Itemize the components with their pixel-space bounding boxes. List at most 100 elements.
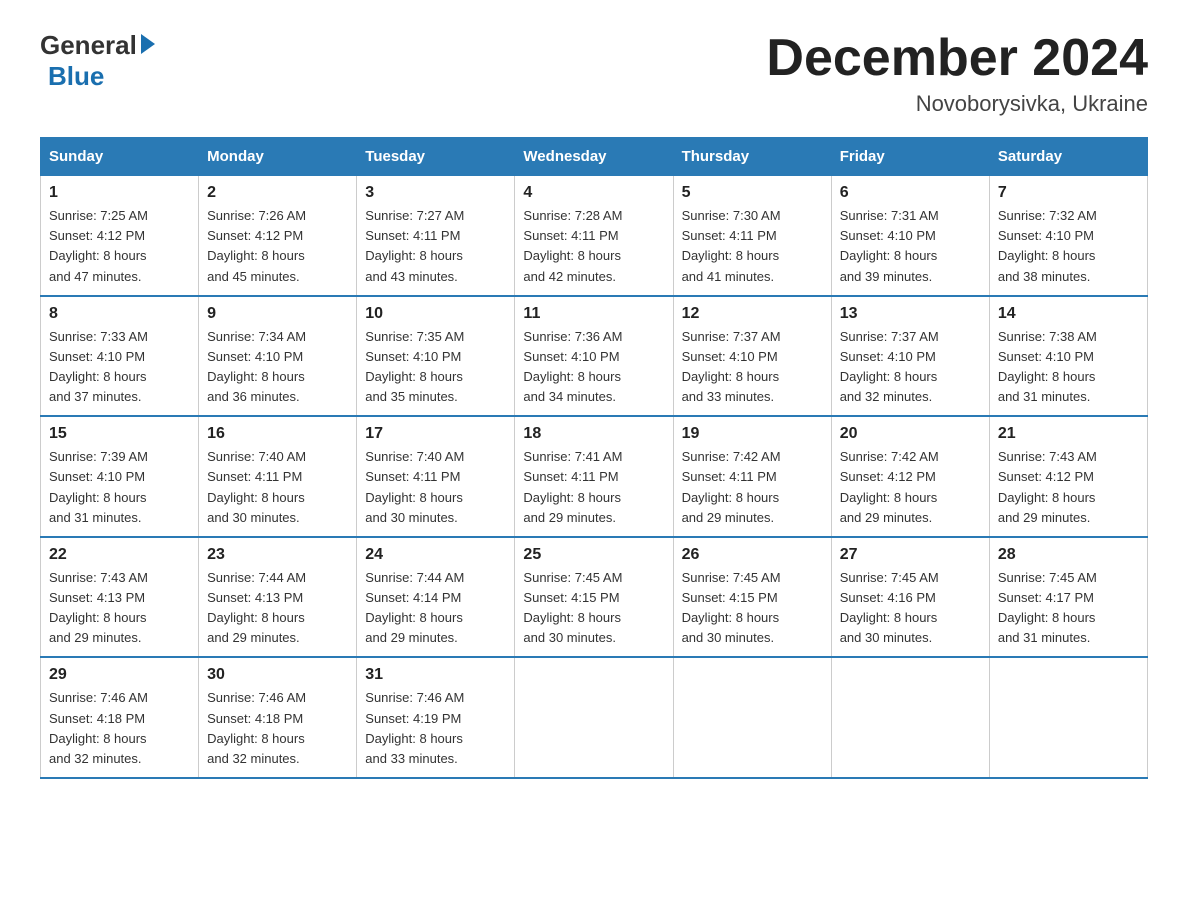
calendar-day-cell: 31 Sunrise: 7:46 AMSunset: 4:19 PMDayligh… [357, 657, 515, 778]
day-number: 22 [49, 546, 190, 564]
day-number: 31 [365, 666, 506, 684]
day-info: Sunrise: 7:25 AMSunset: 4:12 PMDaylight:… [49, 206, 190, 287]
day-number: 28 [998, 546, 1139, 564]
weekday-header-wednesday: Wednesday [515, 138, 673, 176]
calendar-day-cell: 16 Sunrise: 7:40 AMSunset: 4:11 PMDayligh… [199, 416, 357, 537]
day-info: Sunrise: 7:41 AMSunset: 4:11 PMDaylight:… [523, 447, 664, 528]
calendar-day-cell: 28 Sunrise: 7:45 AMSunset: 4:17 PMDayligh… [989, 537, 1147, 658]
day-info: Sunrise: 7:42 AMSunset: 4:12 PMDaylight:… [840, 447, 981, 528]
calendar-day-cell: 5 Sunrise: 7:30 AMSunset: 4:11 PMDaylight… [673, 176, 831, 296]
day-info: Sunrise: 7:39 AMSunset: 4:10 PMDaylight:… [49, 447, 190, 528]
day-info: Sunrise: 7:45 AMSunset: 4:17 PMDaylight:… [998, 568, 1139, 649]
day-info: Sunrise: 7:45 AMSunset: 4:16 PMDaylight:… [840, 568, 981, 649]
day-info: Sunrise: 7:32 AMSunset: 4:10 PMDaylight:… [998, 206, 1139, 287]
calendar-day-cell: 29 Sunrise: 7:46 AMSunset: 4:18 PMDayligh… [41, 657, 199, 778]
day-number: 4 [523, 184, 664, 202]
calendar-day-cell: 20 Sunrise: 7:42 AMSunset: 4:12 PMDayligh… [831, 416, 989, 537]
day-info: Sunrise: 7:31 AMSunset: 4:10 PMDaylight:… [840, 206, 981, 287]
calendar-day-cell: 14Sunrise: 7:38 AMSunset: 4:10 PMDayligh… [989, 296, 1147, 417]
day-number: 16 [207, 425, 348, 443]
logo-triangle-icon [141, 34, 155, 54]
day-number: 7 [998, 184, 1139, 202]
day-number: 25 [523, 546, 664, 564]
calendar-day-cell: 26 Sunrise: 7:45 AMSunset: 4:15 PMDayligh… [673, 537, 831, 658]
day-number: 21 [998, 425, 1139, 443]
calendar-day-cell: 17 Sunrise: 7:40 AMSunset: 4:11 PMDayligh… [357, 416, 515, 537]
calendar-day-cell: 22 Sunrise: 7:43 AMSunset: 4:13 PMDayligh… [41, 537, 199, 658]
day-number: 27 [840, 546, 981, 564]
calendar-day-cell: 23Sunrise: 7:44 AMSunset: 4:13 PMDayligh… [199, 537, 357, 658]
calendar-day-cell: 24Sunrise: 7:44 AMSunset: 4:14 PMDayligh… [357, 537, 515, 658]
day-number: 26 [682, 546, 823, 564]
day-info: Sunrise: 7:43 AMSunset: 4:12 PMDaylight:… [998, 447, 1139, 528]
weekday-header-thursday: Thursday [673, 138, 831, 176]
calendar-day-cell: 4Sunrise: 7:28 AMSunset: 4:11 PMDaylight… [515, 176, 673, 296]
calendar-day-cell: 13 Sunrise: 7:37 AMSunset: 4:10 PMDayligh… [831, 296, 989, 417]
calendar-day-cell [515, 657, 673, 778]
day-number: 12 [682, 305, 823, 323]
day-info: Sunrise: 7:26 AMSunset: 4:12 PMDaylight:… [207, 206, 348, 287]
day-number: 10 [365, 305, 506, 323]
day-info: Sunrise: 7:38 AMSunset: 4:10 PMDaylight:… [998, 327, 1139, 408]
day-info: Sunrise: 7:40 AMSunset: 4:11 PMDaylight:… [207, 447, 348, 528]
day-info: Sunrise: 7:35 AMSunset: 4:10 PMDaylight:… [365, 327, 506, 408]
calendar-day-cell: 25 Sunrise: 7:45 AMSunset: 4:15 PMDayligh… [515, 537, 673, 658]
day-number: 18 [523, 425, 664, 443]
day-number: 8 [49, 305, 190, 323]
day-number: 15 [49, 425, 190, 443]
day-info: Sunrise: 7:40 AMSunset: 4:11 PMDaylight:… [365, 447, 506, 528]
day-number: 3 [365, 184, 506, 202]
calendar-day-cell: 15 Sunrise: 7:39 AMSunset: 4:10 PMDayligh… [41, 416, 199, 537]
calendar-week-row: 15 Sunrise: 7:39 AMSunset: 4:10 PMDayligh… [41, 416, 1148, 537]
day-number: 6 [840, 184, 981, 202]
weekday-header-row: SundayMondayTuesdayWednesdayThursdayFrid… [41, 138, 1148, 176]
calendar-day-cell: 21 Sunrise: 7:43 AMSunset: 4:12 PMDayligh… [989, 416, 1147, 537]
day-number: 20 [840, 425, 981, 443]
day-info: Sunrise: 7:46 AMSunset: 4:18 PMDaylight:… [49, 688, 190, 769]
calendar-day-cell: 10 Sunrise: 7:35 AMSunset: 4:10 PMDayligh… [357, 296, 515, 417]
day-info: Sunrise: 7:34 AMSunset: 4:10 PMDaylight:… [207, 327, 348, 408]
calendar-day-cell: 7 Sunrise: 7:32 AMSunset: 4:10 PMDaylight… [989, 176, 1147, 296]
day-info: Sunrise: 7:46 AMSunset: 4:19 PMDaylight:… [365, 688, 506, 769]
day-info: Sunrise: 7:44 AMSunset: 4:14 PMDaylight:… [365, 568, 506, 649]
day-info: Sunrise: 7:43 AMSunset: 4:13 PMDaylight:… [49, 568, 190, 649]
calendar-day-cell [673, 657, 831, 778]
day-info: Sunrise: 7:45 AMSunset: 4:15 PMDaylight:… [523, 568, 664, 649]
calendar-day-cell: 8 Sunrise: 7:33 AMSunset: 4:10 PMDaylight… [41, 296, 199, 417]
day-info: Sunrise: 7:46 AMSunset: 4:18 PMDaylight:… [207, 688, 348, 769]
day-info: Sunrise: 7:30 AMSunset: 4:11 PMDaylight:… [682, 206, 823, 287]
calendar-day-cell: 9Sunrise: 7:34 AMSunset: 4:10 PMDaylight… [199, 296, 357, 417]
weekday-header-friday: Friday [831, 138, 989, 176]
calendar-week-row: 29 Sunrise: 7:46 AMSunset: 4:18 PMDayligh… [41, 657, 1148, 778]
weekday-header-sunday: Sunday [41, 138, 199, 176]
title-section: December 2024 Novoborysivka, Ukraine [766, 30, 1148, 117]
day-info: Sunrise: 7:37 AMSunset: 4:10 PMDaylight:… [682, 327, 823, 408]
calendar-week-row: 1 Sunrise: 7:25 AMSunset: 4:12 PMDaylight… [41, 176, 1148, 296]
day-info: Sunrise: 7:33 AMSunset: 4:10 PMDaylight:… [49, 327, 190, 408]
day-number: 13 [840, 305, 981, 323]
day-number: 29 [49, 666, 190, 684]
day-number: 17 [365, 425, 506, 443]
calendar-day-cell: 19Sunrise: 7:42 AMSunset: 4:11 PMDayligh… [673, 416, 831, 537]
calendar-day-cell: 1 Sunrise: 7:25 AMSunset: 4:12 PMDaylight… [41, 176, 199, 296]
calendar-day-cell: 18 Sunrise: 7:41 AMSunset: 4:11 PMDayligh… [515, 416, 673, 537]
day-info: Sunrise: 7:45 AMSunset: 4:15 PMDaylight:… [682, 568, 823, 649]
day-info: Sunrise: 7:37 AMSunset: 4:10 PMDaylight:… [840, 327, 981, 408]
weekday-header-monday: Monday [199, 138, 357, 176]
logo: General Blue [40, 30, 155, 92]
logo-blue-text: Blue [48, 61, 104, 92]
day-info: Sunrise: 7:36 AMSunset: 4:10 PMDaylight:… [523, 327, 664, 408]
calendar-day-cell [989, 657, 1147, 778]
day-number: 1 [49, 184, 190, 202]
calendar-day-cell: 11Sunrise: 7:36 AMSunset: 4:10 PMDayligh… [515, 296, 673, 417]
day-number: 30 [207, 666, 348, 684]
calendar-week-row: 22 Sunrise: 7:43 AMSunset: 4:13 PMDayligh… [41, 537, 1148, 658]
calendar-week-row: 8 Sunrise: 7:33 AMSunset: 4:10 PMDaylight… [41, 296, 1148, 417]
month-title: December 2024 [766, 30, 1148, 87]
day-number: 5 [682, 184, 823, 202]
day-info: Sunrise: 7:42 AMSunset: 4:11 PMDaylight:… [682, 447, 823, 528]
logo-general-text: General [40, 30, 137, 61]
calendar-day-cell: 3Sunrise: 7:27 AMSunset: 4:11 PMDaylight… [357, 176, 515, 296]
weekday-header-saturday: Saturday [989, 138, 1147, 176]
calendar-day-cell: 6 Sunrise: 7:31 AMSunset: 4:10 PMDaylight… [831, 176, 989, 296]
